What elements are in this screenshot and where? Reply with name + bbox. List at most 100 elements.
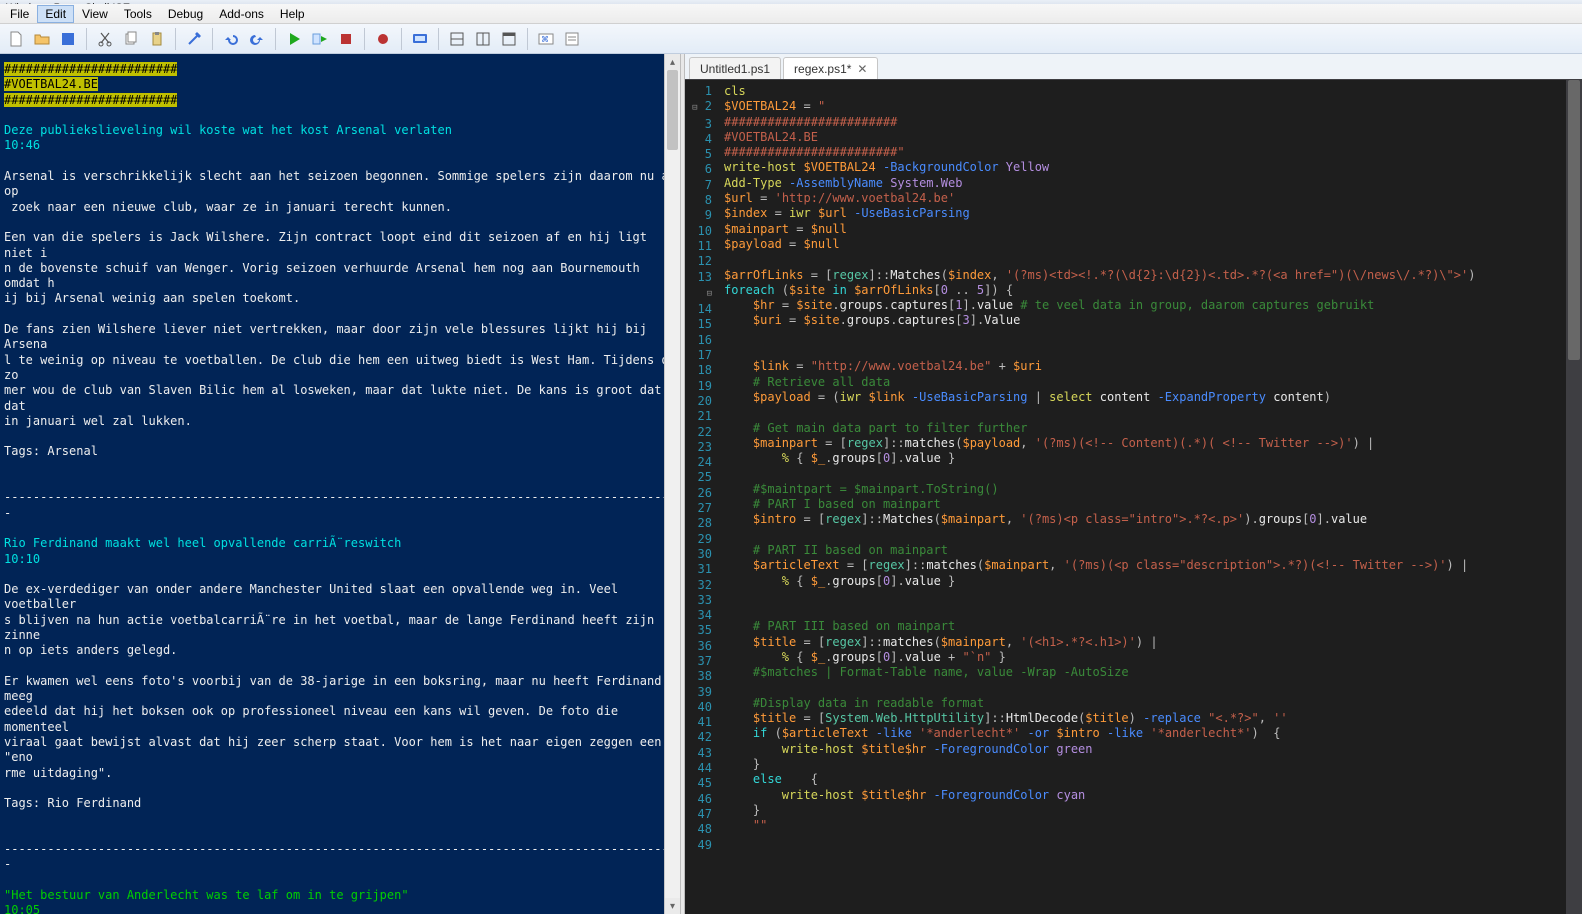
console-line: rme uitdaging". <box>4 766 676 781</box>
code-line: $title = [regex]::matches($mainpart, '(<… <box>724 635 1566 650</box>
menu-file[interactable]: File <box>2 5 37 23</box>
line-number: 18 <box>685 363 712 378</box>
line-number: ⊟ 2 <box>685 99 712 116</box>
console-line: n de bovenste schuif van Wenger. Vorig s… <box>4 261 676 292</box>
console-line <box>4 429 676 444</box>
split-h-button[interactable] <box>445 27 469 51</box>
code-line <box>724 681 1566 696</box>
line-number: 33 <box>685 593 712 608</box>
code-line: $url = 'http://www.voetbal24.be' <box>724 191 1566 206</box>
scroll-down-icon[interactable]: ▾ <box>665 898 680 914</box>
redo-button[interactable] <box>245 27 269 51</box>
code-line: write-host $title$hr -ForegroundColor gr… <box>724 742 1566 757</box>
menu-debug[interactable]: Debug <box>160 5 211 23</box>
toolbar-separator <box>527 28 528 50</box>
console-line: ######################## <box>4 62 676 77</box>
save-button[interactable] <box>56 27 80 51</box>
toolbar-separator <box>175 28 176 50</box>
scroll-thumb[interactable] <box>1568 80 1580 360</box>
line-number: 1 <box>685 84 712 99</box>
line-number: 46 <box>685 792 712 807</box>
remote-button[interactable] <box>408 27 432 51</box>
undo-button[interactable] <box>219 27 243 51</box>
console-pane[interactable]: #########################VOETBAL24.BE###… <box>0 54 680 914</box>
line-number-gutter: 1⊟ 2345678910111213⊟ 1415161718192021222… <box>685 80 720 914</box>
code-line: #$matches | Format-Table name, value -Wr… <box>724 665 1566 680</box>
menu-tools[interactable]: Tools <box>116 5 160 23</box>
console-line: ######################## <box>4 93 676 108</box>
tab-untitled1-ps1[interactable]: Untitled1.ps1 <box>689 57 781 79</box>
menu-edit[interactable]: Edit <box>37 5 74 23</box>
code-line <box>724 528 1566 543</box>
separator: ----------------------------------------… <box>4 490 676 521</box>
line-number: 13 <box>685 270 712 285</box>
article-title: "Het bestuur van Anderlecht was te laf o… <box>4 888 676 903</box>
code-line: $title = [System.Web.HttpUtility]::HtmlD… <box>724 711 1566 726</box>
line-number: 28 <box>685 516 712 531</box>
menu-help[interactable]: Help <box>272 5 313 23</box>
line-number: 15 <box>685 317 712 332</box>
menu-view[interactable]: View <box>74 5 116 23</box>
code-line: write-host $VOETBAL24 -BackgroundColor Y… <box>724 160 1566 175</box>
toolbar-separator <box>86 28 87 50</box>
copy-button[interactable] <box>119 27 143 51</box>
break-button[interactable] <box>371 27 395 51</box>
code-line: % { $_.groups[0].value + "`n" } <box>724 650 1566 665</box>
console-line: n op iets anders gelegd. <box>4 643 676 658</box>
line-number: 34 <box>685 608 712 623</box>
article-time: 10:05 <box>4 903 676 914</box>
line-number: 26 <box>685 486 712 501</box>
paste-button[interactable] <box>145 27 169 51</box>
run-button[interactable] <box>282 27 306 51</box>
console-line <box>4 215 676 230</box>
toolbar: ⌘ <box>0 24 1582 54</box>
code-line: $mainpart = $null <box>724 222 1566 237</box>
code-line: % { $_.groups[0].value } <box>724 451 1566 466</box>
editor-tabstrip: Untitled1.ps1regex.ps1*✕ <box>685 54 1582 80</box>
code-line: $articleText = [regex]::matches($mainpar… <box>724 558 1566 573</box>
line-number: 47 <box>685 807 712 822</box>
cut-button[interactable] <box>93 27 117 51</box>
menu-add-ons[interactable]: Add-ons <box>211 5 272 23</box>
code-editor[interactable]: cls$VOETBAL24 = "#######################… <box>720 80 1566 914</box>
split-v-button[interactable] <box>471 27 495 51</box>
code-line: $hr = $site.groups.captures[1].value # t… <box>724 298 1566 313</box>
open-button[interactable] <box>30 27 54 51</box>
tab-regex-ps1-[interactable]: regex.ps1*✕ <box>783 57 878 79</box>
code-line: $arrOfLinks = [regex]::Matches($index, '… <box>724 268 1566 283</box>
code-line: foreach ($site in $arrOfLinks[0 .. 5]) { <box>724 283 1566 298</box>
cmd-addon-button[interactable]: ⌘ <box>534 27 558 51</box>
line-number: 3 <box>685 117 712 132</box>
console-line: De ex-verdediger van onder andere Manche… <box>4 582 676 613</box>
console-scrollbar[interactable]: ▴ ▾ <box>664 54 680 914</box>
code-line: else { <box>724 772 1566 787</box>
code-line: $link = "http://www.voetbal24.be" + $uri <box>724 359 1566 374</box>
toolbar-separator <box>364 28 365 50</box>
line-number: 16 <box>685 333 712 348</box>
line-number: 43 <box>685 746 712 761</box>
code-line: } <box>724 757 1566 772</box>
run-selection-button[interactable] <box>308 27 332 51</box>
line-number: 30 <box>685 547 712 562</box>
fullscreen-button[interactable] <box>497 27 521 51</box>
script-pane: Untitled1.ps1regex.ps1*✕ 1⊟ 234567891011… <box>685 54 1582 914</box>
code-line: $payload = $null <box>724 237 1566 252</box>
line-number: 35 <box>685 623 712 638</box>
console-line: mer wou de club van Slaven Bilic hem al … <box>4 383 676 414</box>
editor-scrollbar[interactable] <box>1566 80 1582 914</box>
scroll-up-icon[interactable]: ▴ <box>665 54 680 70</box>
code-line <box>724 604 1566 619</box>
code-line: #$maintpart = $mainpart.ToString() <box>724 482 1566 497</box>
toolbar-separator <box>438 28 439 50</box>
stop-button[interactable] <box>334 27 358 51</box>
code-line <box>724 589 1566 604</box>
line-number: 12 <box>685 254 712 269</box>
new-button[interactable] <box>4 27 28 51</box>
clear-button[interactable] <box>182 27 206 51</box>
code-line: "" <box>724 818 1566 833</box>
options-button[interactable] <box>560 27 584 51</box>
scroll-thumb[interactable] <box>667 70 678 150</box>
code-line: # PART II based on mainpart <box>724 543 1566 558</box>
close-icon[interactable]: ✕ <box>857 62 867 76</box>
line-number: 41 <box>685 715 712 730</box>
